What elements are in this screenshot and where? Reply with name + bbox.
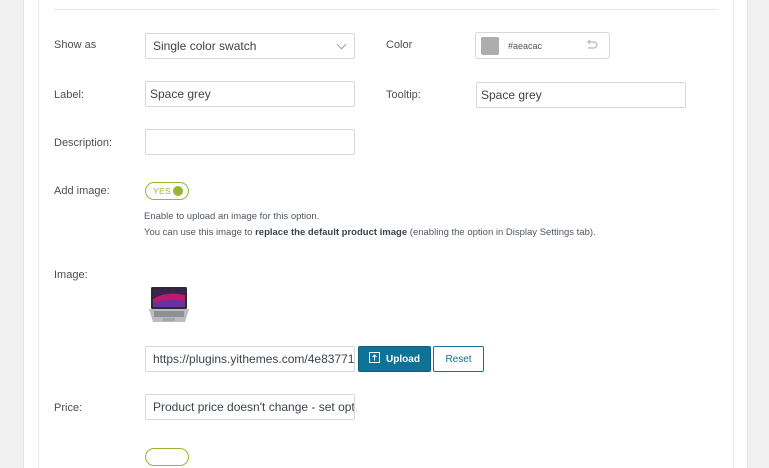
tooltip-input-value: Space grey	[481, 88, 542, 102]
add-image-label: Add image:	[54, 185, 110, 197]
label-input-value: Space grey	[150, 87, 211, 101]
price-value: Product price doesn't change - set optio…	[153, 400, 355, 414]
reset-button[interactable]: Reset	[433, 346, 484, 372]
upload-label: Upload	[386, 353, 420, 365]
price-select[interactable]: Product price doesn't change - set optio…	[145, 394, 355, 420]
price-label: Price:	[54, 402, 83, 414]
next-row-toggle[interactable]	[145, 448, 189, 466]
add-image-help-2: You can use this image to replace the de…	[144, 227, 596, 238]
color-hex-value: #aeacac	[508, 41, 543, 51]
toggle-state-text: YES	[153, 186, 171, 196]
label-input[interactable]: Space grey	[145, 81, 355, 107]
tooltip-input[interactable]: Space grey	[476, 82, 686, 108]
color-picker[interactable]: #aeacac	[475, 32, 610, 59]
reset-label: Reset	[445, 353, 472, 365]
divider	[54, 9, 718, 10]
add-image-help-1: Enable to upload an image for this optio…	[144, 211, 320, 222]
image-label: Image:	[54, 269, 88, 281]
upload-button[interactable]: Upload	[358, 346, 431, 372]
label-field-label: Label:	[54, 89, 84, 101]
laptop-thumbnail[interactable]	[148, 285, 190, 325]
description-label: Description:	[54, 137, 113, 149]
color-swatch[interactable]	[481, 37, 499, 55]
add-image-toggle[interactable]: YES	[145, 182, 189, 200]
toggle-knob	[173, 186, 183, 196]
chevron-down-icon	[336, 39, 347, 50]
undo-icon[interactable]	[585, 38, 599, 57]
tooltip-label: Tooltip:	[386, 89, 421, 101]
upload-icon	[369, 352, 381, 366]
show-as-label: Show as	[54, 39, 97, 51]
description-input[interactable]	[145, 129, 355, 155]
color-label: Color	[386, 39, 413, 51]
show-as-select[interactable]: Single color swatch	[145, 33, 355, 59]
help-emphasis: replace the default product image	[255, 227, 408, 238]
image-url-value: https://plugins.yithemes.com/4e837710634	[153, 352, 355, 366]
image-url-input[interactable]: https://plugins.yithemes.com/4e837710634	[145, 346, 355, 372]
show-as-value: Single color swatch	[153, 39, 257, 53]
